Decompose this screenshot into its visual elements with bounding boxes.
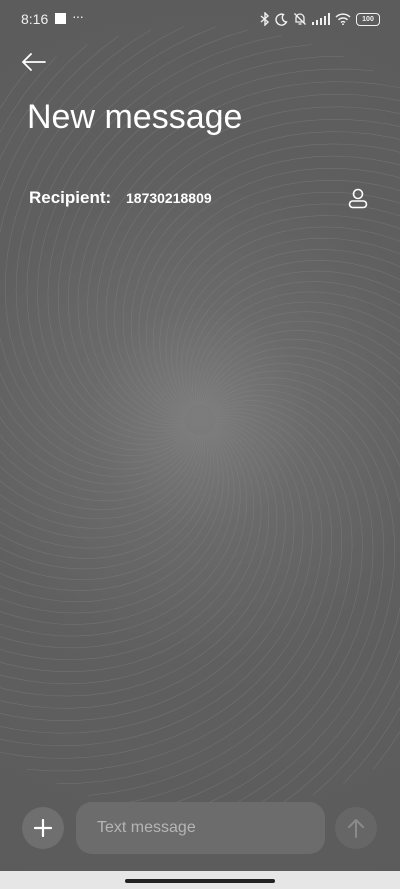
back-button[interactable]: [18, 48, 50, 76]
message-input[interactable]: [97, 817, 312, 839]
battery-indicator: 100: [356, 12, 380, 26]
new-message-screen: 8:16 ··· 100 New message Recipient: 1873…: [0, 0, 400, 889]
home-indicator[interactable]: [125, 879, 275, 883]
status-bar: 8:16 ··· 100: [0, 0, 400, 38]
plus-icon: [34, 819, 52, 837]
muted-bell-icon: [294, 13, 306, 25]
recipient-label: Recipient:: [29, 188, 112, 207]
status-icons: 100: [260, 10, 380, 28]
message-box: [76, 802, 325, 854]
recipient-input[interactable]: [126, 188, 326, 208]
add-attachment-button[interactable]: [22, 807, 64, 849]
select-contact-button[interactable]: [342, 183, 374, 213]
more-notifications-indicator: ···: [72, 8, 84, 24]
moon-icon: [275, 12, 288, 26]
wifi-icon: [335, 13, 351, 25]
navigation-bar: [0, 871, 400, 889]
recipient-row: Recipient:: [29, 183, 374, 213]
bluetooth-icon: [260, 12, 270, 26]
notification-square-icon: [55, 13, 66, 24]
arrow-left-icon: [22, 53, 46, 71]
signal-icon: [312, 13, 330, 25]
status-time: 8:16: [21, 11, 49, 27]
page-title: New message: [27, 98, 243, 136]
send-button[interactable]: [335, 807, 377, 849]
arrow-up-icon: [348, 819, 364, 838]
person-icon: [348, 188, 368, 209]
